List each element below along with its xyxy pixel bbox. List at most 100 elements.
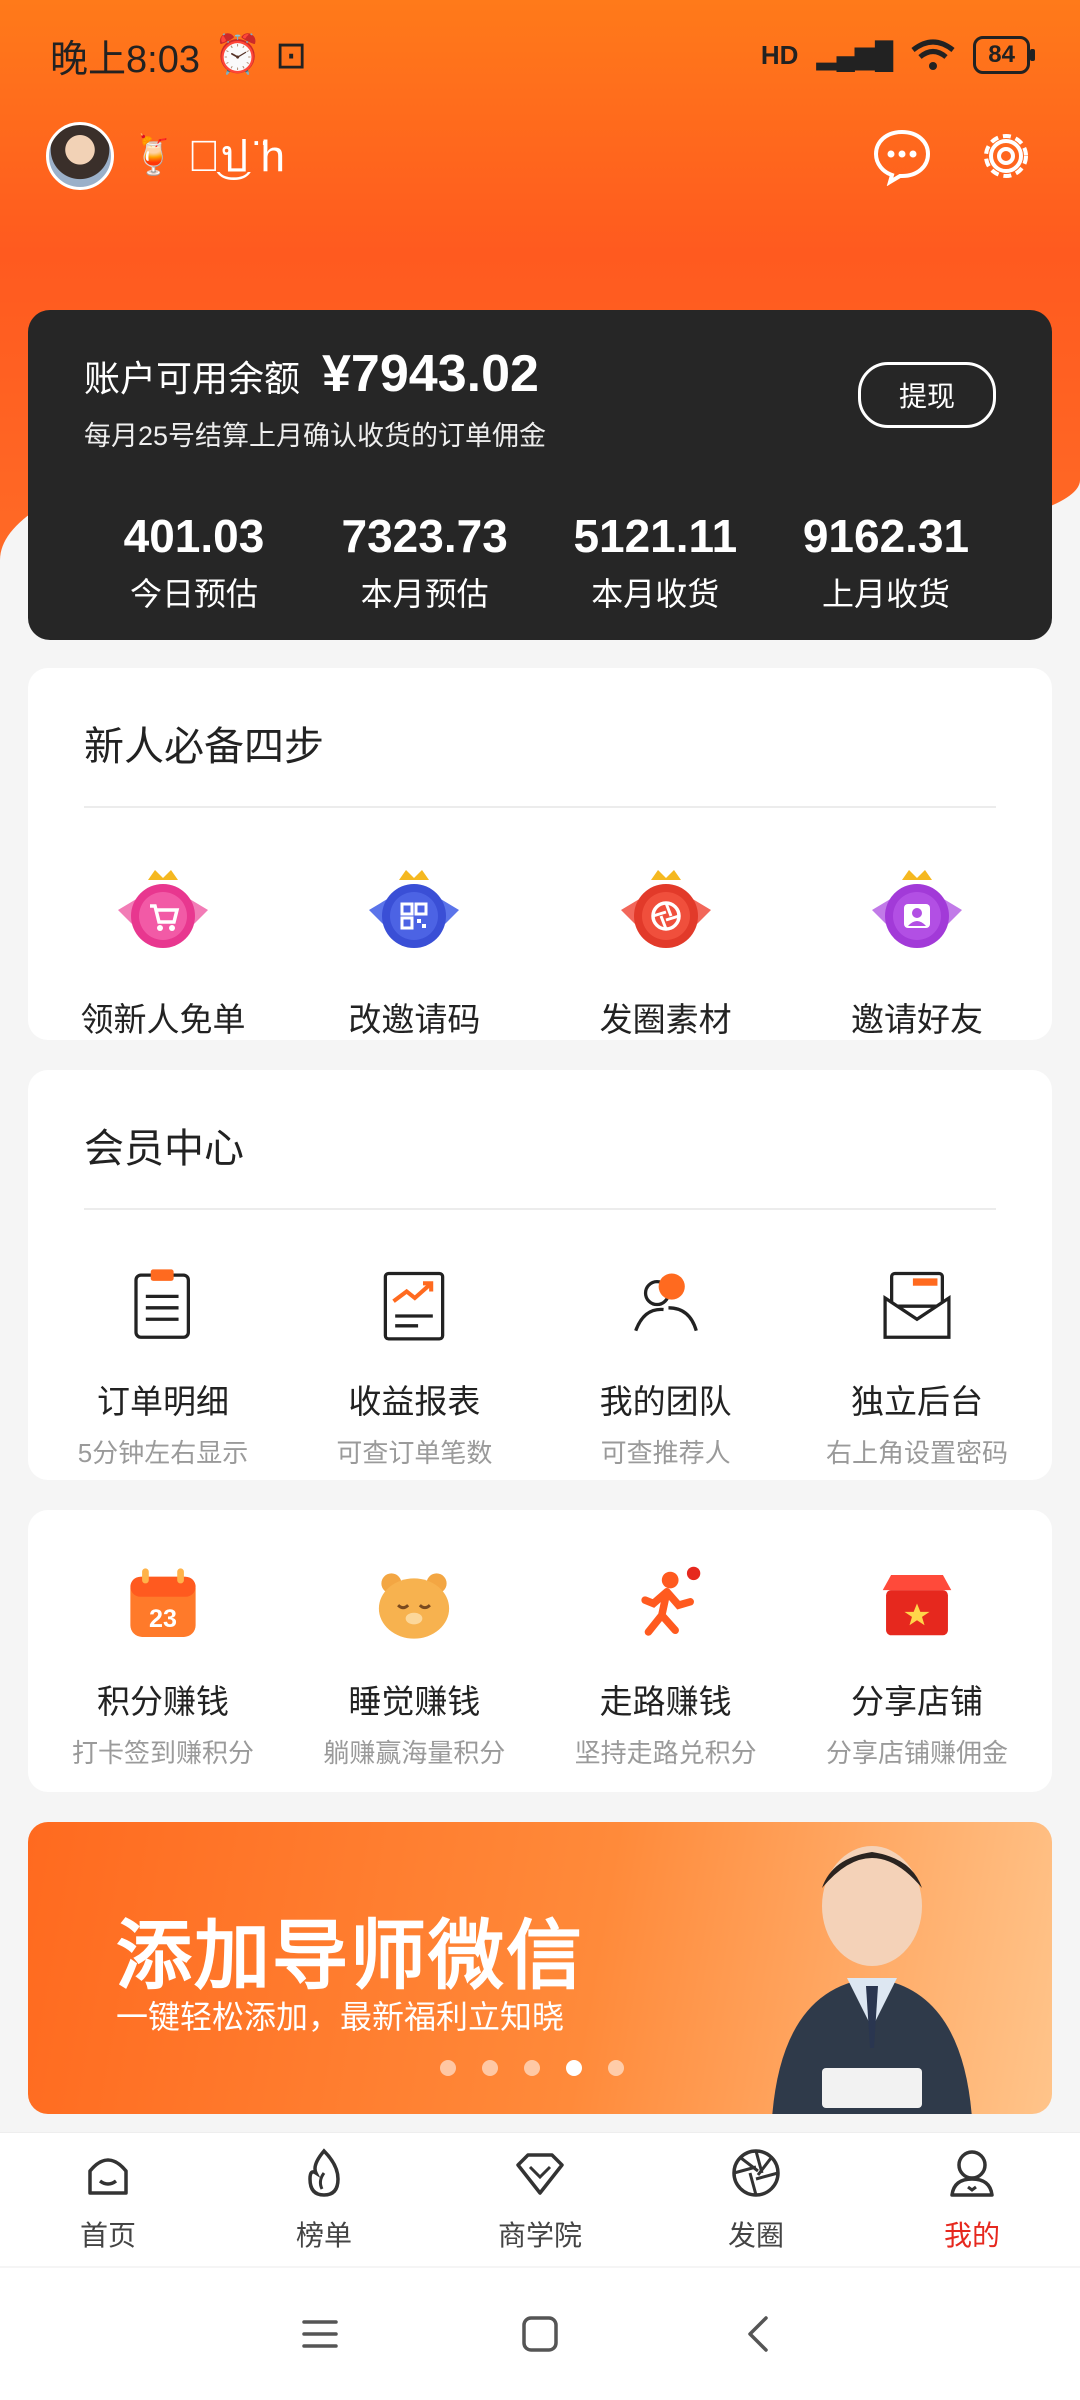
- cell-sub: 可查推荐人: [600, 1438, 731, 1468]
- system-nav-bar: [0, 2268, 1080, 2400]
- earn-share-shop[interactable]: 分享店铺 分享店铺赚佣金: [792, 1560, 1042, 1770]
- profile-icon: [950, 2150, 994, 2197]
- signal-icon: ▂▄▆█: [816, 39, 894, 70]
- carousel-dot[interactable]: [524, 2060, 540, 2076]
- cell-sub: 打卡签到赚积分: [71, 1738, 254, 1768]
- stat-label: 本月预估: [360, 576, 489, 612]
- battery-indicator: 84: [973, 36, 1035, 74]
- message-icon[interactable]: [872, 126, 932, 186]
- username: 🍹 ป͜ป ̈h: [130, 121, 285, 191]
- earn-walk[interactable]: 走路赚钱 坚持走路兑积分: [541, 1560, 791, 1770]
- member-my-team[interactable]: 我的团队 可查推荐人: [541, 1262, 791, 1470]
- tab-label: 发圈: [727, 2220, 784, 2251]
- stat-value: 401.03: [123, 510, 265, 562]
- cell-sub: 可查订单笔数: [336, 1438, 493, 1468]
- stat-last-month-received[interactable]: 9162.31 上月收货: [776, 509, 996, 615]
- cell-sub: 躺赚赢海量积分: [323, 1738, 506, 1768]
- calendar-icon: 23: [130, 1568, 196, 1637]
- tab-ranking[interactable]: 榜单: [244, 2145, 404, 2254]
- divider: [84, 1208, 996, 1210]
- status-time: 晚上8:03: [50, 38, 200, 81]
- username-text: ป͜ป ̈h: [187, 132, 285, 181]
- cell-sub: 5分钟左右显示: [77, 1438, 249, 1468]
- divider: [84, 806, 996, 808]
- settlement-note: 每月25号结算上月确认收货的订单佣金: [84, 421, 547, 451]
- balance-card: 账户可用余额 ¥7943.02 每月25号结算上月确认收货的订单佣金 提现 40…: [28, 310, 1052, 640]
- tab-label: 商学院: [497, 2220, 582, 2251]
- mail-icon: [883, 1271, 951, 1339]
- newbie-free-order[interactable]: 领新人免单: [38, 860, 288, 1041]
- newbie-change-invite-code[interactable]: 改邀请码: [289, 860, 539, 1041]
- newbie-steps-card: 新人必备四步 领新人免单 改邀请码 发圈素材 邀请好友: [28, 668, 1052, 1040]
- tab-mine[interactable]: 我的: [892, 2145, 1052, 2254]
- cell-label: 走路赚钱: [599, 1683, 732, 1720]
- member-order-details[interactable]: 订单明细 5分钟左右显示: [38, 1262, 288, 1470]
- drink-emoji: 🍹: [130, 135, 178, 177]
- running-man-icon: [640, 1566, 700, 1636]
- carousel-dots: [440, 2060, 624, 2076]
- tab-label: 我的: [943, 2220, 1000, 2251]
- cell-label: 睡觉赚钱: [348, 1683, 481, 1720]
- stat-value: 7323.73: [341, 510, 508, 562]
- settings-gear-icon[interactable]: [976, 126, 1036, 186]
- newbie-invite-friends[interactable]: 邀请好友: [792, 860, 1042, 1041]
- mentor-wechat-banner[interactable]: 添加导师微信 一键轻松添加，最新福利立知晓: [28, 1822, 1052, 2114]
- tab-moments[interactable]: 发圈: [676, 2145, 836, 2254]
- cell-sub: 分享店铺赚佣金: [825, 1738, 1008, 1768]
- stat-label: 本月收货: [591, 576, 720, 612]
- stat-today-estimate[interactable]: 401.03 今日预估: [84, 509, 304, 615]
- profile-button[interactable]: 🍹 ป͜ป ̈h: [46, 121, 285, 191]
- clipboard-icon: [134, 1269, 190, 1339]
- menu-icon[interactable]: [290, 2304, 350, 2364]
- member-admin-backend[interactable]: 独立后台 右上角设置密码: [792, 1262, 1042, 1470]
- stat-value: 5121.11: [573, 510, 738, 562]
- home-square-icon[interactable]: [510, 2304, 570, 2364]
- wifi-icon: [911, 39, 955, 70]
- back-icon[interactable]: [730, 2304, 790, 2364]
- cell-sub: 坚持走路兑积分: [574, 1738, 757, 1768]
- mentor-photo: [772, 1846, 972, 2114]
- cell-label: 独立后台: [850, 1383, 983, 1420]
- carousel-dot[interactable]: [608, 2060, 624, 2076]
- profile-row: 🍹 ป͜ป ̈h: [46, 118, 1036, 194]
- report-chart-icon: [384, 1271, 445, 1341]
- cart-badge-icon: [118, 870, 208, 948]
- person-badge-icon: [871, 870, 962, 948]
- cell-label: 我的团队: [599, 1383, 732, 1420]
- tab-home[interactable]: 首页: [28, 2145, 188, 2254]
- tab-business-school[interactable]: 商学院: [460, 2145, 620, 2254]
- cell-label: 分享店铺: [850, 1683, 983, 1720]
- earn-checkin[interactable]: 23 积分赚钱 打卡签到赚积分: [38, 1560, 288, 1770]
- avatar[interactable]: [46, 122, 114, 190]
- diamond-icon: [516, 2153, 564, 2195]
- carousel-dot-active[interactable]: [566, 2060, 582, 2076]
- carousel-dot[interactable]: [482, 2060, 498, 2076]
- member-center-card: 会员中心 订单明细 5分钟左右显示 收益报表 可查订单笔数 我的团队 可查推荐人…: [28, 1070, 1052, 1480]
- cell-label: 邀请好友: [850, 1001, 983, 1038]
- newbie-share-material[interactable]: 发圈素材: [541, 860, 791, 1041]
- sleeping-bear-icon: [379, 1573, 450, 1639]
- banner-subtitle: 一键轻松添加，最新福利立知晓: [116, 1999, 565, 2035]
- cell-label: 收益报表: [348, 1383, 481, 1420]
- balance-label: 账户可用余额: [84, 358, 301, 399]
- network-type: HD: [760, 39, 799, 70]
- member-title: 会员中心: [84, 1127, 244, 1171]
- aperture-icon: [732, 2149, 780, 2197]
- stat-month-received[interactable]: 5121.11 本月收货: [545, 509, 765, 615]
- stat-label: 上月收货: [821, 576, 950, 612]
- cell-label: 发圈素材: [599, 1001, 732, 1038]
- status-bar: 晚上8:03 ⏰ ⊡ HD ▂▄▆█ 84: [0, 0, 1080, 110]
- earn-sleep[interactable]: 睡觉赚钱 躺赚赢海量积分: [289, 1560, 539, 1770]
- stat-value: 9162.31: [802, 510, 970, 562]
- member-earnings-report[interactable]: 收益报表 可查订单笔数: [289, 1262, 539, 1470]
- bottom-tab-bar: 首页 榜单 商学院 发圈 我的: [0, 2132, 1080, 2266]
- cell-sub: 右上角设置密码: [825, 1438, 1008, 1468]
- earn-points-card: 23 积分赚钱 打卡签到赚积分 睡觉赚钱 躺赚赢海量积分 走路赚钱 坚持走路兑积…: [28, 1510, 1052, 1792]
- withdraw-button[interactable]: 提现: [857, 362, 996, 428]
- qrcode-badge-icon: [369, 870, 460, 948]
- stat-month-estimate[interactable]: 7323.73 本月预估: [315, 509, 535, 615]
- cell-label: 改邀请码: [348, 1001, 481, 1038]
- team-icon: [633, 1273, 698, 1332]
- carousel-dot[interactable]: [440, 2060, 456, 2076]
- aperture-badge-icon: [620, 870, 711, 948]
